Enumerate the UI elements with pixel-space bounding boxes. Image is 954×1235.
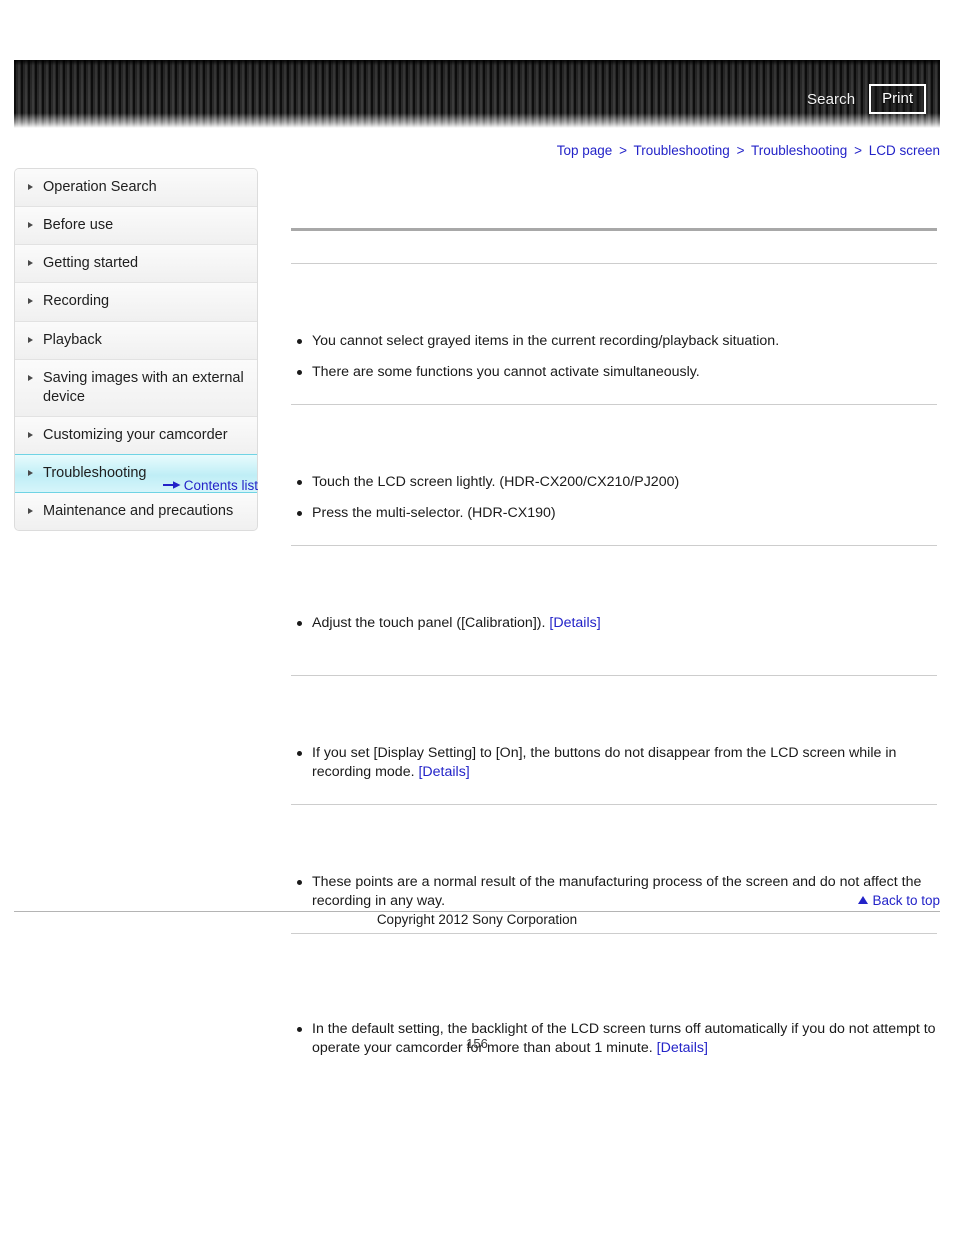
- sidebar-item-label: Customizing your camcorder: [43, 426, 228, 443]
- list-item-text: Adjust the touch panel ([Calibration]).: [312, 615, 546, 631]
- chevron-right-icon: [28, 260, 33, 267]
- sidebar-item-label: Getting started: [43, 255, 139, 272]
- list-item-text: Touch the LCD screen lightly. (HDR-CX200…: [312, 474, 680, 490]
- chevron-right-icon: [28, 431, 33, 438]
- chevron-right-icon: [28, 336, 33, 343]
- sidebar-item-recording[interactable]: Recording: [15, 283, 257, 322]
- section-heading: [291, 1002, 937, 1020]
- details-link[interactable]: [Details]: [549, 615, 600, 631]
- sidebar-item-customizing-your-camcorder[interactable]: Customizing your camcorder: [15, 416, 257, 455]
- list-item-text: If you set [Display Setting] to [On], th…: [312, 745, 897, 780]
- content-section: Touch the LCD screen lightly. (HDR-CX200…: [291, 405, 937, 545]
- sidebar-item-getting-started[interactable]: Getting started: [15, 245, 257, 284]
- sidebar-item-label: Operation Search: [43, 179, 157, 195]
- chevron-right-icon: [28, 222, 33, 229]
- section-heading: [291, 726, 937, 744]
- print-button[interactable]: Print: [869, 84, 926, 114]
- bullet-icon: [297, 1027, 302, 1032]
- sidebar-item-label: Recording: [43, 293, 110, 310]
- breadcrumb-item-lcd-screen[interactable]: LCD screen: [869, 143, 940, 158]
- list-item-text: You cannot select grayed items in the cu…: [312, 333, 780, 349]
- list-item: There are some functions you cannot acti…: [291, 363, 937, 382]
- main-content: You cannot select grayed items in the cu…: [291, 228, 937, 1058]
- list-item: Adjust the touch panel ([Calibration]). …: [291, 614, 937, 633]
- breadcrumb-item-troubleshooting[interactable]: Troubleshooting: [633, 143, 729, 158]
- contents-list-link[interactable]: Contents list: [14, 478, 258, 494]
- bullet-icon: [297, 339, 302, 344]
- sidebar-item-maintenance-and-precautions[interactable]: Maintenance and precautions: [15, 493, 257, 531]
- bullet-list: If you set [Display Setting] to [On], th…: [291, 744, 937, 782]
- copyright-text: Copyright 2012 Sony Corporation: [376, 912, 578, 927]
- breadcrumb-separator: >: [854, 143, 862, 158]
- contents-list-label: Contents list: [183, 478, 258, 493]
- list-item-text: These points are a normal result of the …: [312, 874, 922, 909]
- bullet-icon: [297, 751, 302, 756]
- sidebar-item-playback[interactable]: Playback: [15, 321, 257, 360]
- section-heading: [291, 855, 937, 873]
- arrow-right-icon: [162, 478, 181, 493]
- bullet-list: You cannot select grayed items in the cu…: [291, 332, 937, 382]
- section-heading: [291, 314, 937, 332]
- content-section: You cannot select grayed items in the cu…: [291, 264, 937, 404]
- chevron-right-icon: [28, 470, 33, 476]
- bullet-icon: [297, 880, 302, 885]
- bullet-icon: [297, 511, 302, 516]
- back-to-top-link[interactable]: Back to top: [858, 893, 940, 908]
- sidebar-item-label: Playback: [43, 331, 102, 348]
- sidebar-item-operation-search[interactable]: Operation Search: [15, 169, 257, 208]
- chevron-right-icon: [28, 184, 33, 190]
- breadcrumb-separator: >: [736, 143, 745, 158]
- search-button[interactable]: Search: [807, 92, 855, 107]
- list-item: If you set [Display Setting] to [On], th…: [291, 744, 937, 782]
- breadcrumb-separator: >: [619, 143, 627, 158]
- sidebar-item-label: Before use: [43, 217, 114, 234]
- sidebar-item-saving-images-external-device[interactable]: Saving images with an external device: [15, 359, 257, 417]
- chevron-right-icon: [28, 374, 33, 381]
- triangle-up-icon: [858, 896, 869, 905]
- bullet-icon: [297, 621, 302, 626]
- bullet-list: Touch the LCD screen lightly. (HDR-CX200…: [291, 473, 937, 523]
- breadcrumb: Top page > Troubleshooting > Troubleshoo…: [557, 143, 940, 158]
- bullet-icon: [297, 370, 302, 375]
- header-controls: Search Print: [807, 84, 926, 114]
- details-link[interactable]: [Details]: [418, 764, 469, 780]
- breadcrumb-item-troubleshooting-2[interactable]: Troubleshooting: [751, 143, 847, 158]
- list-item-text: There are some functions you cannot acti…: [312, 364, 700, 380]
- bullet-icon: [297, 480, 302, 485]
- chevron-right-icon: [28, 298, 33, 305]
- bullet-list: These points are a normal result of the …: [291, 873, 937, 911]
- sidebar-item-label: Maintenance and precautions: [43, 503, 234, 520]
- section-heading: [291, 596, 937, 614]
- list-item: These points are a normal result of the …: [291, 873, 937, 911]
- header-banner: Search Print: [14, 60, 940, 128]
- sidebar: Operation Search Before use Getting star…: [14, 168, 258, 532]
- sidebar-item-label: Saving images with an external device: [43, 369, 244, 405]
- page-title: [291, 245, 937, 263]
- list-item: Touch the LCD screen lightly. (HDR-CX200…: [291, 473, 937, 492]
- page-number: 156: [466, 1036, 488, 1051]
- sidebar-item-before-use[interactable]: Before use: [15, 207, 257, 246]
- breadcrumb-item-top-page[interactable]: Top page: [557, 143, 613, 158]
- bullet-list: Adjust the touch panel ([Calibration]). …: [291, 614, 937, 633]
- content-section: Adjust the touch panel ([Calibration]). …: [291, 546, 937, 675]
- list-item: Press the multi-selector. (HDR-CX190): [291, 504, 937, 523]
- list-item-text: Press the multi-selector. (HDR-CX190): [312, 505, 556, 521]
- section-heading: [291, 455, 937, 473]
- list-item: You cannot select grayed items in the cu…: [291, 332, 937, 351]
- content-section: If you set [Display Setting] to [On], th…: [291, 676, 937, 804]
- chevron-right-icon: [28, 508, 33, 515]
- back-to-top-label: Back to top: [872, 893, 940, 908]
